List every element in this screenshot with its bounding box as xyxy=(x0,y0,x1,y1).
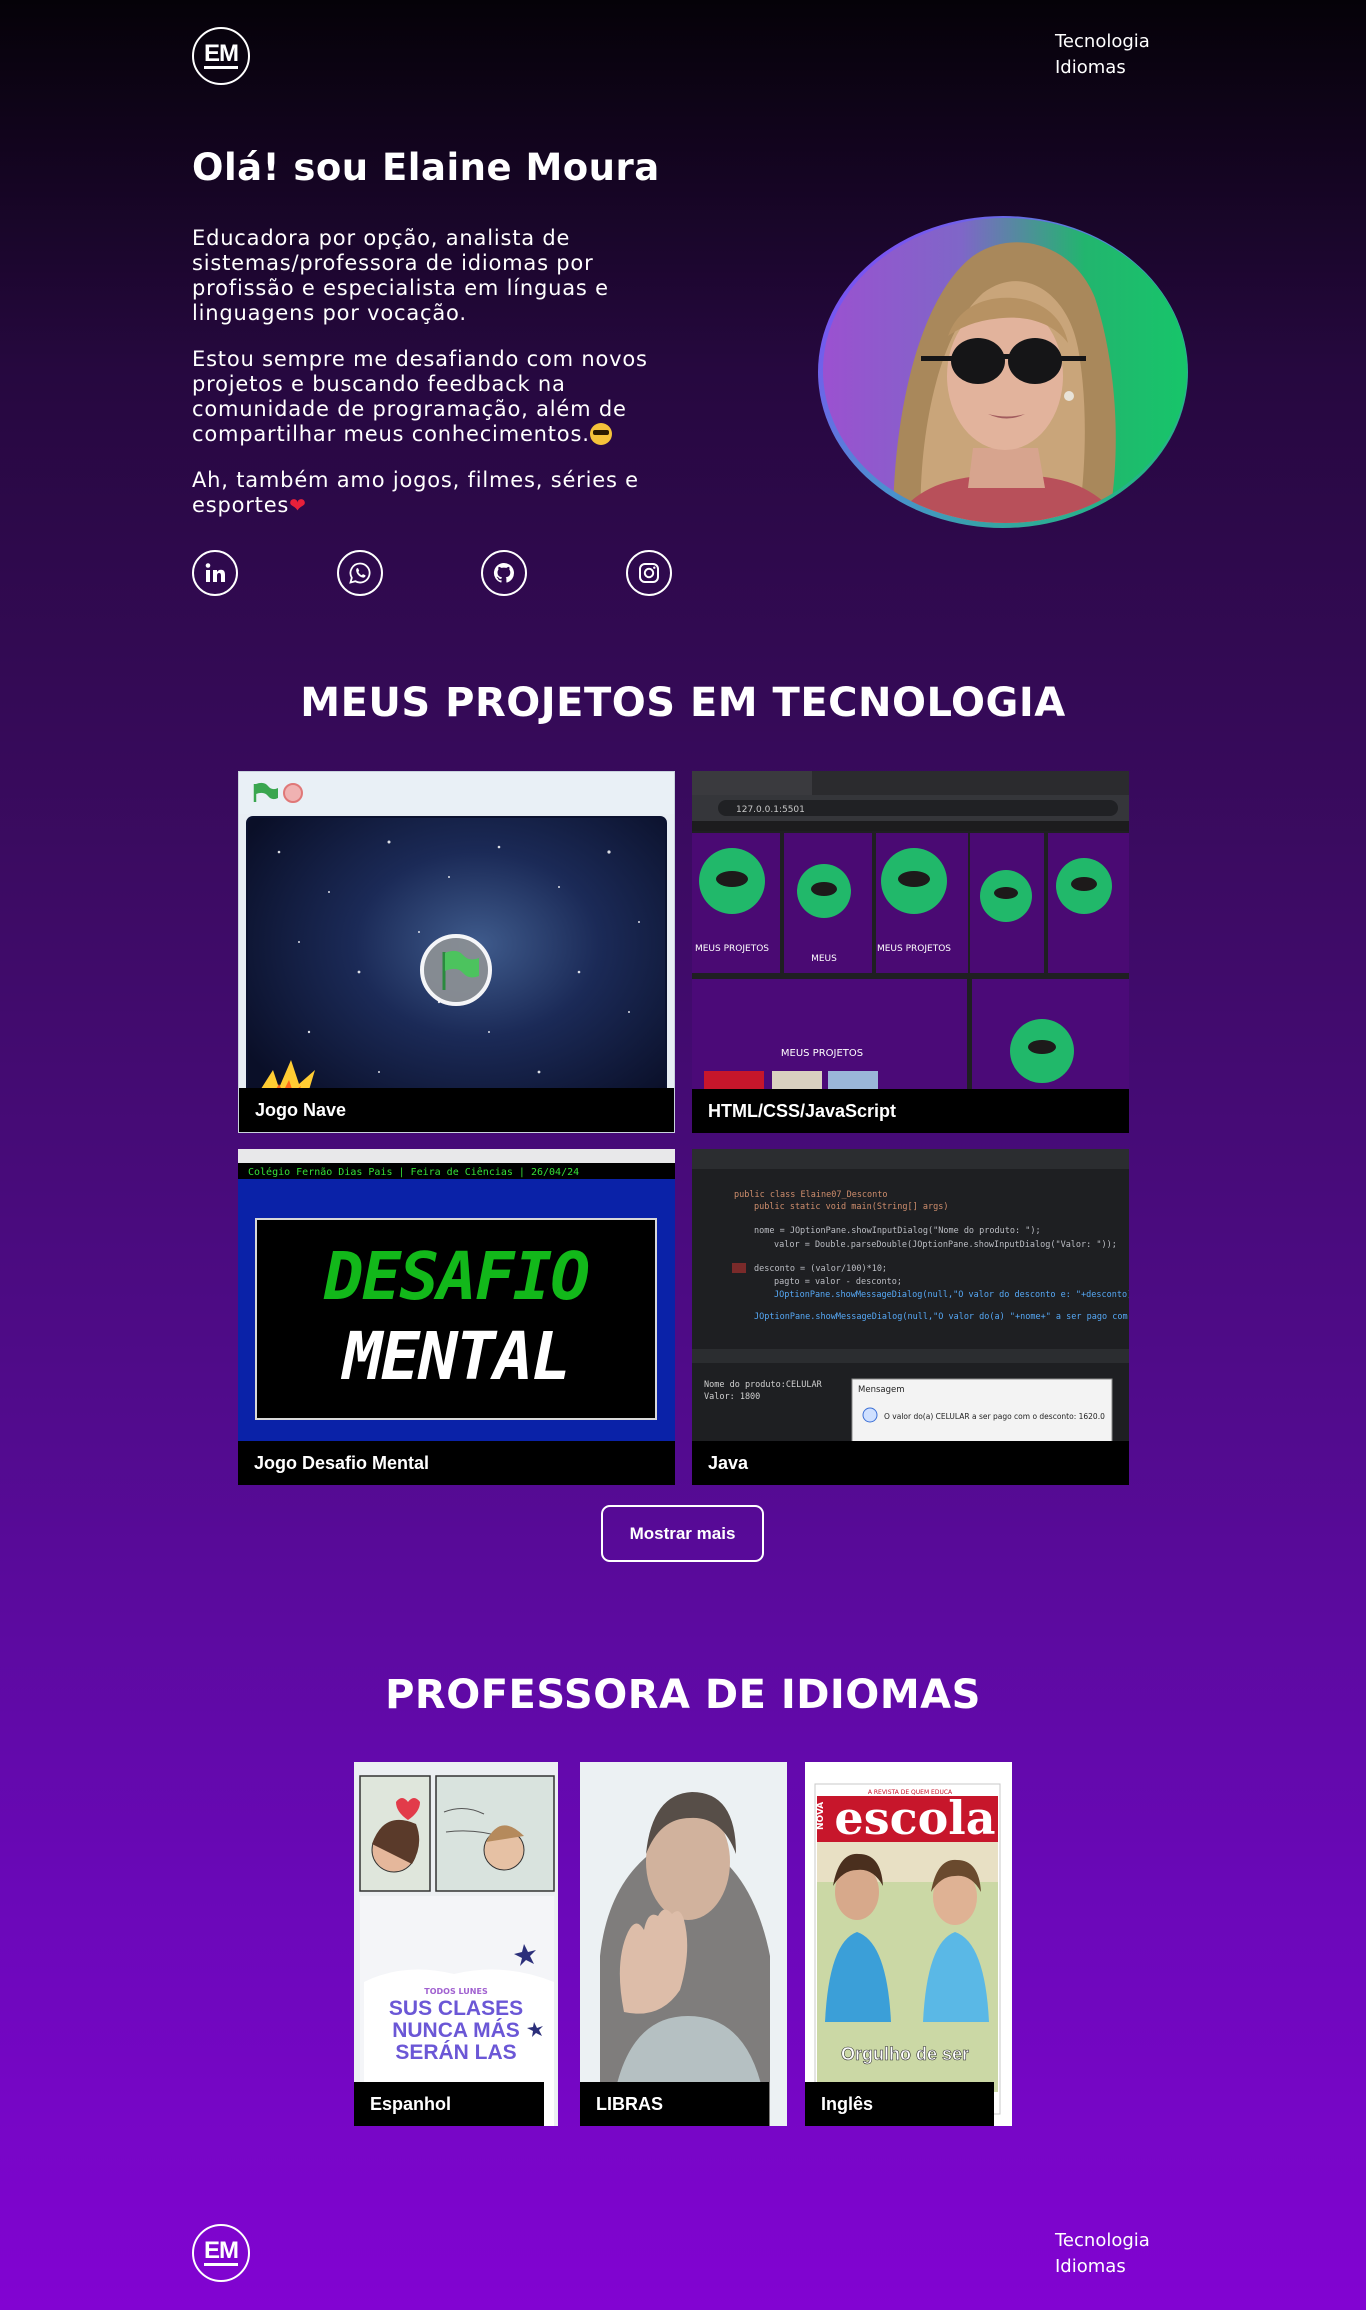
instagram-link[interactable] xyxy=(625,550,672,596)
languages-title: PROFESSORA DE IDIOMAS xyxy=(385,1672,981,1718)
svg-text:DESAFIO: DESAFIO xyxy=(323,1238,588,1315)
libras-photo xyxy=(580,1762,787,2126)
instagram-icon xyxy=(638,563,659,583)
hero-paragraph-2: Estou sempre me desafiando com novos pro… xyxy=(192,347,648,446)
scratch-screenshot xyxy=(239,772,674,1132)
project-card-desafio-mental[interactable]: Colégio Fernão Dias Pais | Feira de Ciên… xyxy=(238,1149,675,1485)
whatsapp-icon xyxy=(348,562,371,584)
svg-text:Colégio Fernão Dias Pais | F: Colégio Fernão Dias Pais | Feira de Ciên… xyxy=(248,1166,579,1178)
language-caption: LIBRAS xyxy=(580,2082,769,2126)
svg-text:TODOS LUNES: TODOS LUNES xyxy=(424,1987,488,1996)
github-icon xyxy=(494,562,515,583)
top-nav: Tecnologia Idiomas xyxy=(1055,29,1150,81)
language-card-libras[interactable]: LIBRAS xyxy=(580,1762,787,2126)
svg-text:NOVA: NOVA xyxy=(816,1802,826,1830)
footer-logo[interactable]: EM xyxy=(192,2224,250,2282)
spanish-poster: TODOS LUNES SUS CLASES NUNCA MÁS SERÁN L… xyxy=(354,1762,558,2126)
footer-nav: Tecnologia Idiomas xyxy=(1055,2228,1150,2280)
project-caption: HTML/CSS/JavaScript xyxy=(692,1089,1129,1133)
hero-title: Olá! sou Elaine Moura xyxy=(192,146,660,189)
sunglasses-emoji-icon xyxy=(589,423,612,445)
footer-logo-text: EM xyxy=(204,2237,239,2266)
desafio-mental-screenshot: Colégio Fernão Dias Pais | Feira de Ciên… xyxy=(238,1149,675,1485)
svg-text:127.0.0.1:5501: 127.0.0.1:5501 xyxy=(736,805,805,815)
svg-text:public static void main(String: public static void main(String[] args) xyxy=(754,1202,948,1212)
project-card-html-css-js[interactable]: 127.0.0.1:5501 MEUS PROJETOS MEUS MEUS P… xyxy=(692,771,1129,1133)
language-card-ingles[interactable]: A REVISTA DE QUEM EDUCA escola NOVA Orgu… xyxy=(805,1762,1012,2126)
logo-text: EM xyxy=(204,40,239,69)
svg-text:O valor do(a) CELULAR a ser pa: O valor do(a) CELULAR a ser pago com o d… xyxy=(884,1412,1105,1421)
project-caption: Jogo Desafio Mental xyxy=(238,1441,675,1485)
svg-text:MEUS PROJETOS: MEUS PROJETOS xyxy=(695,944,769,954)
project-card-jogo-nave[interactable]: Jogo Nave xyxy=(238,771,675,1133)
svg-text:pagto = valor - desconto;: pagto = valor - desconto; xyxy=(774,1277,902,1287)
nova-escola-magazine: A REVISTA DE QUEM EDUCA escola NOVA Orgu… xyxy=(805,1762,1012,2126)
svg-text:Orgulho de ser: Orgulho de ser xyxy=(841,2044,969,2064)
project-caption: Jogo Nave xyxy=(239,1088,674,1132)
linkedin-link[interactable] xyxy=(192,550,238,596)
logo[interactable]: EM xyxy=(192,27,250,85)
footer-link-idiomas[interactable]: Idiomas xyxy=(1055,2254,1150,2280)
nav-link-tecnologia[interactable]: Tecnologia xyxy=(1055,29,1150,55)
svg-text:Valor: 1800: Valor: 1800 xyxy=(704,1392,760,1402)
svg-text:Nome do produto:CELULAR: Nome do produto:CELULAR xyxy=(704,1380,823,1390)
svg-text:valor = Double.parseDouble(JOp: valor = Double.parseDouble(JOptionPane.s… xyxy=(774,1240,1117,1250)
svg-text:Mensagem: Mensagem xyxy=(858,1385,905,1395)
svg-text:JOptionPane.showMessageDialog(: JOptionPane.showMessageDialog(null,"O va… xyxy=(754,1312,1129,1322)
profile-portrait xyxy=(893,242,1123,523)
svg-text:desconto = (valor/100)*10;: desconto = (valor/100)*10; xyxy=(754,1264,887,1274)
social-links xyxy=(192,550,672,596)
svg-text:public class Elaine07_Desconto: public class Elaine07_Desconto xyxy=(734,1190,888,1200)
profile-photo xyxy=(823,218,1187,523)
hero-paragraph-1: Educadora por opção, analista de sistema… xyxy=(192,226,609,325)
browser-screenshot: 127.0.0.1:5501 MEUS PROJETOS MEUS MEUS P… xyxy=(692,771,1129,1089)
show-more-button[interactable]: Mostrar mais xyxy=(601,1505,764,1562)
svg-text:MEUS PROJETOS: MEUS PROJETOS xyxy=(781,1048,863,1059)
hero-paragraph-3: Ah, também amo jogos, filmes, séries e e… xyxy=(192,468,639,517)
svg-text:nome = JOptionPane.showInputDi: nome = JOptionPane.showInputDialog("Nome… xyxy=(754,1226,1041,1236)
svg-text:MEUS: MEUS xyxy=(811,954,837,964)
linkedin-icon xyxy=(205,563,225,582)
whatsapp-link[interactable] xyxy=(336,550,383,596)
project-card-java[interactable]: public class Elaine07_Desconto public st… xyxy=(692,1149,1129,1485)
footer-link-tecnologia[interactable]: Tecnologia xyxy=(1055,2228,1150,2254)
github-link[interactable] xyxy=(481,550,528,596)
projects-title: MEUS PROJETOS EM TECNOLOGIA xyxy=(300,680,1066,726)
nav-link-idiomas[interactable]: Idiomas xyxy=(1055,55,1150,81)
svg-text:escola: escola xyxy=(834,1791,995,1845)
project-caption: Java xyxy=(692,1441,1129,1485)
language-caption: Inglês xyxy=(805,2082,994,2126)
hero-intro: Educadora por opção, analista de sistema… xyxy=(192,226,692,539)
svg-text:MENTAL: MENTAL xyxy=(341,1318,569,1395)
heart-emoji-icon: ❤ xyxy=(289,493,307,517)
java-ide-screenshot: public class Elaine07_Desconto public st… xyxy=(692,1149,1129,1485)
language-caption: Espanhol xyxy=(354,2082,544,2126)
language-card-espanhol[interactable]: TODOS LUNES SUS CLASES NUNCA MÁS SERÁN L… xyxy=(354,1762,558,2126)
svg-text:MEUS PROJETOS: MEUS PROJETOS xyxy=(877,944,951,954)
svg-text:JOptionPane.showMessageDialog(: JOptionPane.showMessageDialog(null,"O va… xyxy=(774,1290,1129,1300)
